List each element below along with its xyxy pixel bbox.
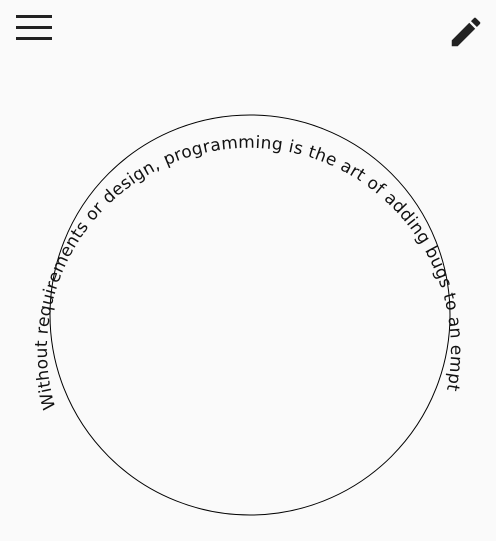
curved-quote-textpath: Without requirements or design, programm… bbox=[0, 0, 466, 412]
curved-text-canvas: Without requirements or design, programm… bbox=[0, 0, 466, 516]
curved-quote-text: Without requirements or design, programm… bbox=[0, 0, 466, 412]
circle-outline bbox=[49, 114, 451, 516]
app-screen: Without requirements or design, programm… bbox=[0, 0, 496, 541]
